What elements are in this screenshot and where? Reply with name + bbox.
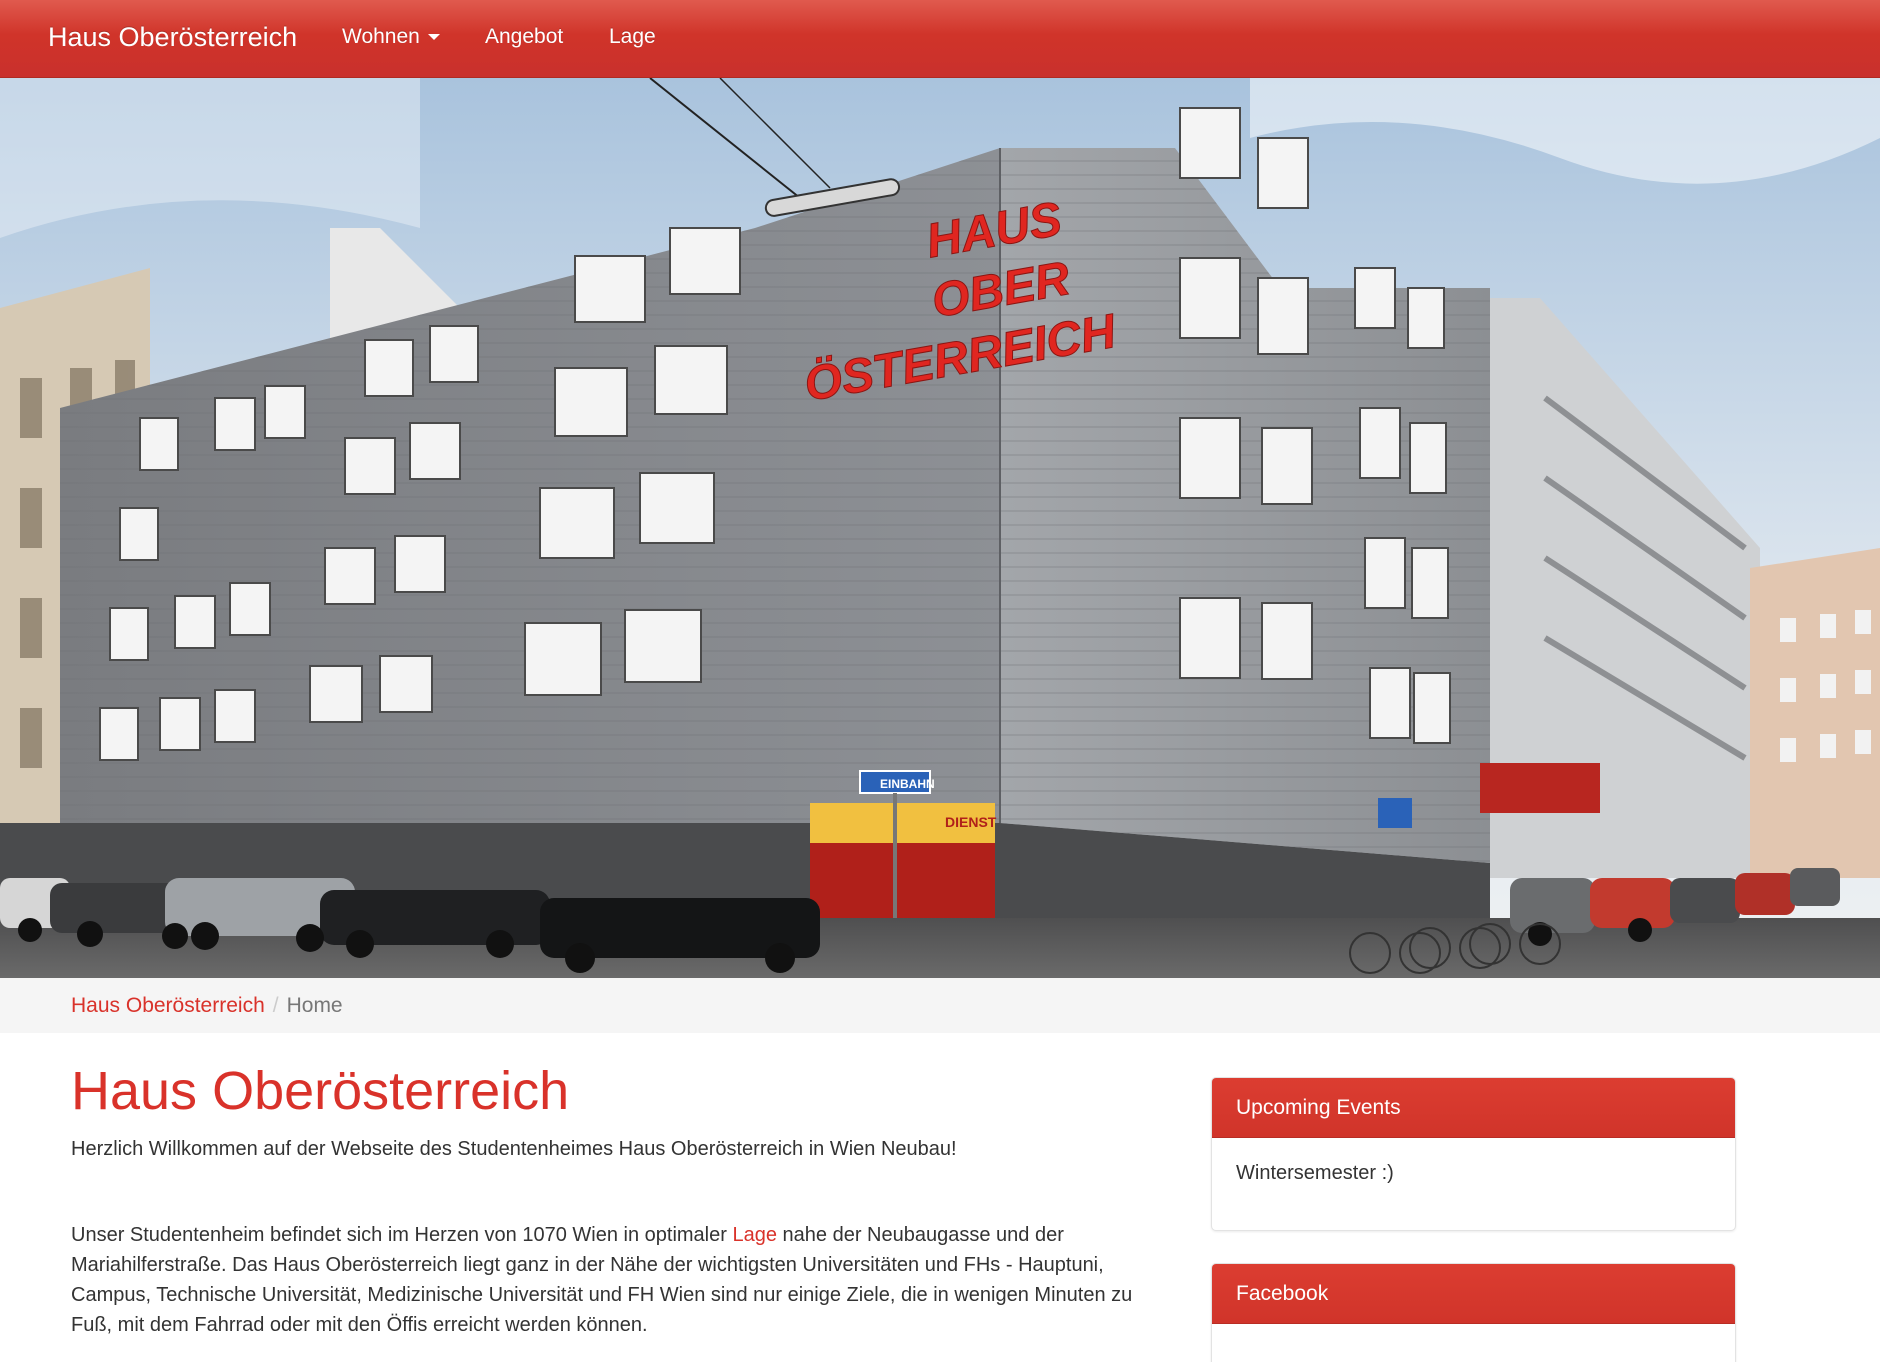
shop-sign: DIENST bbox=[945, 814, 997, 830]
breadcrumb: Haus Oberösterreich / Home bbox=[0, 978, 1880, 1033]
lage-link[interactable]: Lage bbox=[732, 1224, 777, 1246]
description-paragraph: Unser Studentenheim befindet sich im Her… bbox=[71, 1220, 1171, 1340]
page-title: Haus Oberösterreich bbox=[71, 1061, 570, 1121]
nav-item-wohnen-label: Wohnen bbox=[342, 25, 420, 48]
intro-text: Herzlich Willkommen auf der Webseite des… bbox=[71, 1138, 957, 1160]
events-panel-body: Wintersemester :) bbox=[1236, 1162, 1394, 1184]
navbar-brand[interactable]: Haus Oberösterreich bbox=[48, 0, 297, 78]
nav-item-angebot[interactable]: Angebot bbox=[485, 0, 563, 78]
breadcrumb-separator: / bbox=[272, 994, 279, 1017]
main-content: Haus Oberösterreich Herzlich Willkommen … bbox=[71, 1060, 1171, 1340]
events-panel-heading: Upcoming Events bbox=[1212, 1078, 1735, 1138]
breadcrumb-current: Home bbox=[286, 994, 343, 1017]
description-text-1: Unser Studentenheim befindet sich im Her… bbox=[71, 1224, 733, 1246]
nav-item-lage[interactable]: Lage bbox=[609, 0, 656, 78]
events-panel: Upcoming Events Wintersemester :) bbox=[1211, 1077, 1736, 1231]
facebook-panel: Facebook bbox=[1211, 1263, 1736, 1362]
hero-image: HAUS OBER ÖSTERREICH DIENST EINBAHN bbox=[0, 78, 1880, 978]
caret-down-icon bbox=[427, 34, 440, 41]
facebook-panel-heading: Facebook bbox=[1212, 1264, 1735, 1324]
breadcrumb-link-home-site[interactable]: Haus Oberösterreich bbox=[71, 994, 265, 1017]
navbar: Haus Oberösterreich Wohnen Angebot Lage bbox=[0, 0, 1880, 78]
facebook-panel-body bbox=[1212, 1324, 1735, 1362]
nav-item-wohnen[interactable]: Wohnen bbox=[342, 0, 440, 78]
street-sign: EINBAHN bbox=[880, 777, 935, 791]
